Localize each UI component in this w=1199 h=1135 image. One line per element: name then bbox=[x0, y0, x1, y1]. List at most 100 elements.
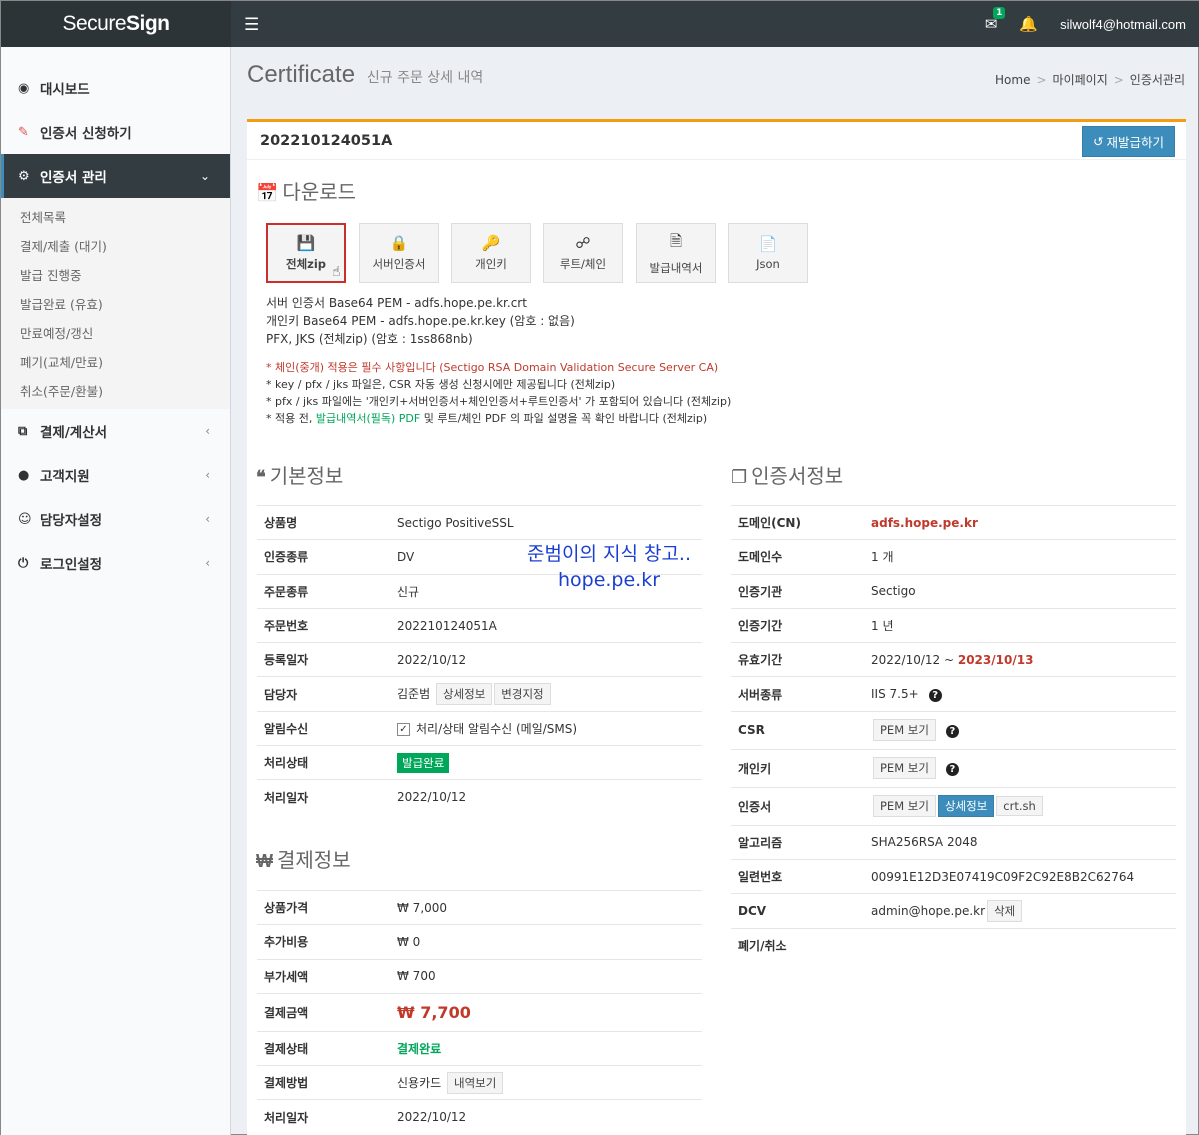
download-root-chain-button[interactable]: ☍ 루트/체인 bbox=[543, 223, 623, 283]
key-pem-view-button[interactable]: PEM 보기 bbox=[873, 757, 936, 780]
section-title-text: 인증서정보 bbox=[751, 466, 844, 488]
crtsh-button[interactable]: crt.sh bbox=[996, 796, 1043, 817]
manager-change-button[interactable]: 변경지정 bbox=[494, 683, 551, 706]
sidebar-item-login-settings[interactable]: ⏻ 로그인설정 ‹ bbox=[1, 541, 230, 585]
logo[interactable]: Secure Sign bbox=[1, 1, 231, 47]
sidebar-item-label: 대시보드 bbox=[40, 82, 90, 98]
breadcrumb-cert-manage: 인증서관리 bbox=[1129, 73, 1185, 87]
csr-pem-view-button[interactable]: PEM 보기 bbox=[873, 719, 936, 742]
note-text: 및 루트/체인 PDF 의 파일 설명을 꼭 확인 바랍니다 (전체zip) bbox=[420, 412, 708, 425]
submenu-item[interactable]: 폐기(교체/만료) bbox=[1, 347, 230, 376]
submenu-item[interactable]: 결제/제출 (대기) bbox=[1, 231, 230, 260]
page-subtitle: 신규 주문 상세 내역 bbox=[366, 70, 484, 86]
row-label: DCV bbox=[731, 893, 871, 929]
note-text: * 적용 전, bbox=[266, 412, 316, 425]
menu-toggle-icon[interactable]: ☰ bbox=[244, 15, 259, 35]
product-name: Sectigo PositiveSSL bbox=[397, 504, 702, 540]
dcv-delete-button[interactable]: 삭제 bbox=[987, 900, 1023, 923]
table-row: 서버종류 IIS 7.5+? bbox=[731, 676, 1176, 712]
submenu-item[interactable]: 만료예정/갱신 bbox=[1, 318, 230, 347]
row-label: 인증기간 bbox=[731, 607, 871, 643]
key-icon: 🔑 bbox=[481, 234, 501, 252]
download-private-key-button[interactable]: 🔑 개인키 bbox=[451, 223, 531, 283]
sidebar-item-managers[interactable]: ☺ 담당자설정 ‹ bbox=[1, 497, 230, 541]
download-server-cert-button[interactable]: 🔒 서버인증서 bbox=[359, 223, 439, 283]
file-info-line: PFX, JKS (전체zip) (암호 : 1ss868nb) bbox=[266, 332, 473, 346]
total-amount: ₩ 7,700 bbox=[397, 992, 702, 1032]
table-row: 상품명 Sectigo PositiveSSL bbox=[257, 504, 702, 540]
calendar-check-icon: 📅 bbox=[256, 183, 279, 203]
payment-info-title: ₩ 결제정보 bbox=[256, 844, 351, 873]
row-label: 인증기관 bbox=[731, 573, 871, 609]
submenu-item[interactable]: 전체목록 bbox=[1, 202, 230, 231]
submenu-item[interactable]: 발급 진행중 bbox=[1, 260, 230, 289]
breadcrumb-home[interactable]: Home bbox=[995, 73, 1030, 87]
table-row: 등록일자 2022/10/12 bbox=[257, 642, 702, 677]
table-row: 처리상태 발급완료 bbox=[257, 745, 702, 780]
payment-method: 신용카드 bbox=[397, 1075, 442, 1090]
row-label: 주문번호 bbox=[257, 607, 397, 643]
domain-count: 1 개 bbox=[871, 539, 1176, 575]
manager-detail-button[interactable]: 상세정보 bbox=[435, 683, 493, 706]
file-info-line: 서버 인증서 Base64 PEM - adfs.hope.pe.kr.crt bbox=[266, 296, 527, 310]
table-row: 폐기/취소 bbox=[731, 927, 1176, 963]
power-icon: ⏻ bbox=[18, 555, 29, 571]
help-icon[interactable]: ? bbox=[928, 688, 942, 702]
user-menu[interactable]: silwolf4@hotmail.com bbox=[1060, 17, 1186, 32]
row-label: 부가세액 bbox=[257, 958, 397, 994]
payment-history-button[interactable]: 내역보기 bbox=[447, 1071, 504, 1094]
download-issuance-pdf-button[interactable]: 🗎 발급내역서 bbox=[636, 223, 716, 283]
download-json-button[interactable]: 📄 Json bbox=[728, 223, 808, 283]
chevron-down-icon: ⌄ bbox=[199, 169, 210, 183]
table-row: 부가세액 ₩ 700 bbox=[257, 958, 702, 994]
button-label: 개인키 bbox=[475, 257, 507, 271]
help-icon[interactable]: ? bbox=[945, 763, 959, 777]
payment-info-table: 상품가격 ₩ 7,000 추가비용 ₩ 0 부가세액 ₩ 700 결제금액 ₩ 7,70… bbox=[257, 889, 702, 1135]
bell-icon[interactable]: 🔔 bbox=[1019, 15, 1038, 33]
breadcrumb: Home > 마이페이지 > 인증서관리 bbox=[995, 73, 1185, 87]
issuance-pdf-link[interactable]: 발급내역서(필독) PDF bbox=[316, 412, 420, 425]
breadcrumb-mypage[interactable]: 마이페이지 bbox=[1053, 73, 1108, 87]
processed-date: 2022/10/12 bbox=[397, 779, 702, 815]
sidebar-item-dashboard[interactable]: ◉ 대시보드 bbox=[1, 66, 230, 110]
lock-icon: 🔒 bbox=[389, 234, 409, 252]
watermark-text: 준범이의 지식 창고.. hope.pe.kr bbox=[519, 541, 699, 593]
cert-info-title: ❐ 인증서정보 bbox=[731, 460, 843, 489]
cert-detail-button[interactable]: 상세정보 bbox=[937, 795, 995, 818]
sidebar-item-cert-manage[interactable]: ⚙ 인증서 관리 ⌄ bbox=[1, 154, 230, 198]
won-icon: ₩ bbox=[256, 851, 273, 871]
mail-count-badge: 1 bbox=[993, 7, 1006, 19]
submenu-item[interactable]: 발급완료 (유효) bbox=[1, 289, 230, 318]
row-label: 담당자 bbox=[257, 676, 397, 712]
download-notes: * 체인(중개) 적용은 필수 사항입니다 (Sectigo RSA Domai… bbox=[266, 359, 731, 427]
registration-date: 2022/10/12 bbox=[397, 642, 702, 677]
chevron-left-icon: ‹ bbox=[205, 468, 210, 482]
watermark-line: hope.pe.kr bbox=[557, 569, 661, 591]
row-label: 폐기/취소 bbox=[731, 927, 871, 963]
valid-to: 2023/10/13 bbox=[957, 652, 1034, 667]
submenu-item[interactable]: 취소(주문/환불) bbox=[1, 376, 230, 405]
reissue-button[interactable]: ↺ 재발급하기 bbox=[1082, 126, 1175, 157]
row-label: 서버종류 bbox=[731, 676, 871, 712]
sidebar-item-support[interactable]: ● 고객지원 ‹ bbox=[1, 453, 230, 497]
note-read-pdf: * 적용 전, 발급내역서(필독) PDF 및 루트/체인 PDF 의 파일 설… bbox=[266, 410, 731, 427]
manager-name: 김준범 bbox=[397, 687, 431, 702]
mail-icon[interactable]: ✉ 1 bbox=[985, 7, 1006, 33]
sidebar-item-apply[interactable]: ✎ 인증서 신청하기 bbox=[1, 110, 230, 154]
watermark-line: 준범이의 지식 창고.. bbox=[527, 543, 691, 565]
cert-info-table: 도메인(CN) adfs.hope.pe.kr 도메인수 1 개 인증기관 Secti… bbox=[731, 504, 1176, 963]
algorithm: SHA256RSA 2048 bbox=[871, 824, 1176, 860]
download-section-title: 📅 다운로드 bbox=[256, 176, 356, 205]
sidebar-item-payment[interactable]: ⧉ 결제/계산서 ‹ bbox=[1, 409, 230, 453]
table-row: 도메인수 1 개 bbox=[731, 539, 1176, 575]
table-row: DCV admin@hope.pe.kr 삭제 bbox=[731, 893, 1176, 929]
cert-pem-view-button[interactable]: PEM 보기 bbox=[873, 795, 936, 818]
row-label: 알고리즘 bbox=[731, 824, 871, 860]
dcv-email: admin@hope.pe.kr bbox=[871, 904, 986, 919]
table-row: 추가비용 ₩ 0 bbox=[257, 924, 702, 960]
button-label: 전체zip bbox=[285, 257, 327, 271]
help-icon[interactable]: ? bbox=[945, 725, 959, 739]
cert-period: 1 년 bbox=[871, 607, 1176, 643]
notify-checkbox[interactable]: ✓ bbox=[397, 722, 410, 736]
row-label: 개인키 bbox=[731, 748, 871, 788]
